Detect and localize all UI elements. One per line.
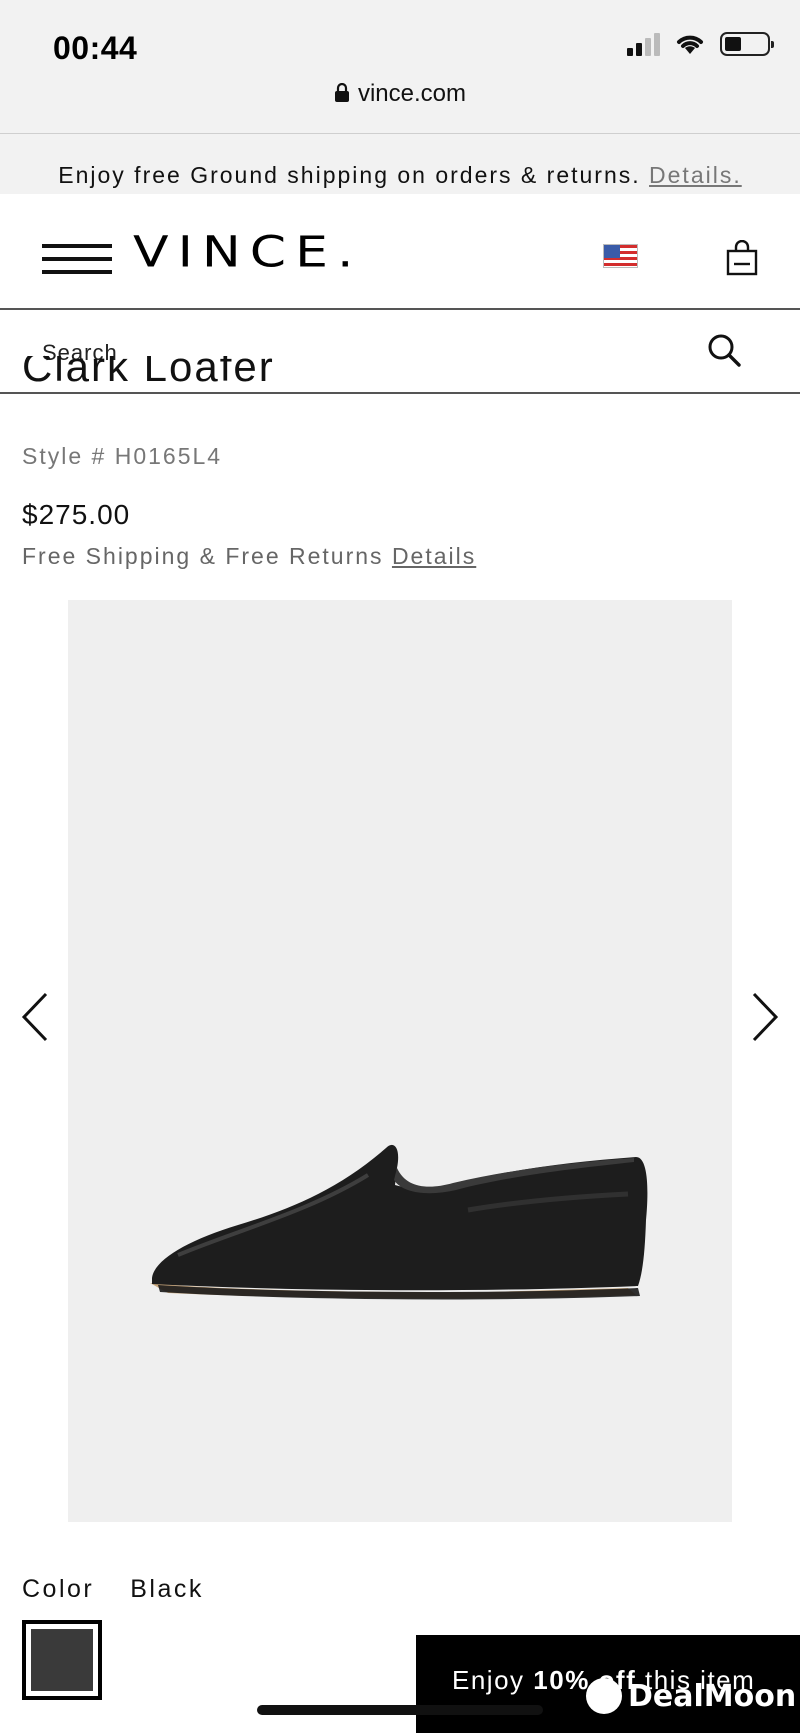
shipping-details-link[interactable]: Details [392, 543, 476, 569]
watermark-text: DealMoon [628, 1678, 797, 1714]
url-text: vince.com [357, 80, 467, 107]
home-indicator[interactable] [257, 1705, 543, 1715]
shipping-text: Free Shipping & Free Returns [22, 543, 384, 569]
chevron-left-icon[interactable] [16, 990, 56, 1044]
product-price: $275.00 [22, 499, 131, 530]
product-title-text: Clark Loafer [22, 356, 275, 390]
battery-icon [720, 32, 774, 56]
color-selection-label: Color Black [22, 1575, 204, 1604]
chevron-right-icon[interactable] [744, 990, 784, 1044]
loafer-shoe-image [150, 1144, 648, 1300]
wifi-icon [677, 35, 703, 54]
dealmoon-watermark: DealMoon [586, 1678, 796, 1714]
color-value: Black [130, 1575, 204, 1603]
address-bar[interactable]: vince.com [0, 80, 800, 108]
product-image-carousel[interactable] [68, 600, 732, 1522]
color-label: Color [22, 1575, 95, 1603]
color-swatch-black[interactable] [22, 1620, 102, 1700]
promo-details-link[interactable]: Details. [649, 162, 742, 188]
cellular-signal-icon [627, 32, 660, 56]
dealmoon-logo-icon [586, 1678, 622, 1714]
offer-prefix: Enjoy [452, 1665, 525, 1695]
browser-status-bar: 00:44 vince.com [0, 0, 800, 134]
vince-logo[interactable]: VINCE. [133, 228, 363, 277]
promo-text: Enjoy free Ground shipping on orders & r… [58, 162, 641, 188]
product-title: Clark Loafer [22, 356, 275, 410]
search-icon[interactable] [706, 332, 742, 368]
status-time: 00:44 [53, 30, 138, 66]
promo-banner: Enjoy free Ground shipping on orders & r… [0, 134, 800, 194]
us-flag-icon[interactable] [603, 244, 638, 268]
shipping-info: Free Shipping & Free Returns Details [22, 543, 476, 570]
hamburger-menu-icon[interactable] [42, 244, 112, 274]
product-style-number: Style # H0165L4 [22, 443, 223, 469]
shopping-bag-icon[interactable] [726, 240, 758, 276]
lock-icon [334, 83, 349, 102]
site-header: VINCE. [0, 194, 800, 310]
status-icons [627, 32, 774, 56]
